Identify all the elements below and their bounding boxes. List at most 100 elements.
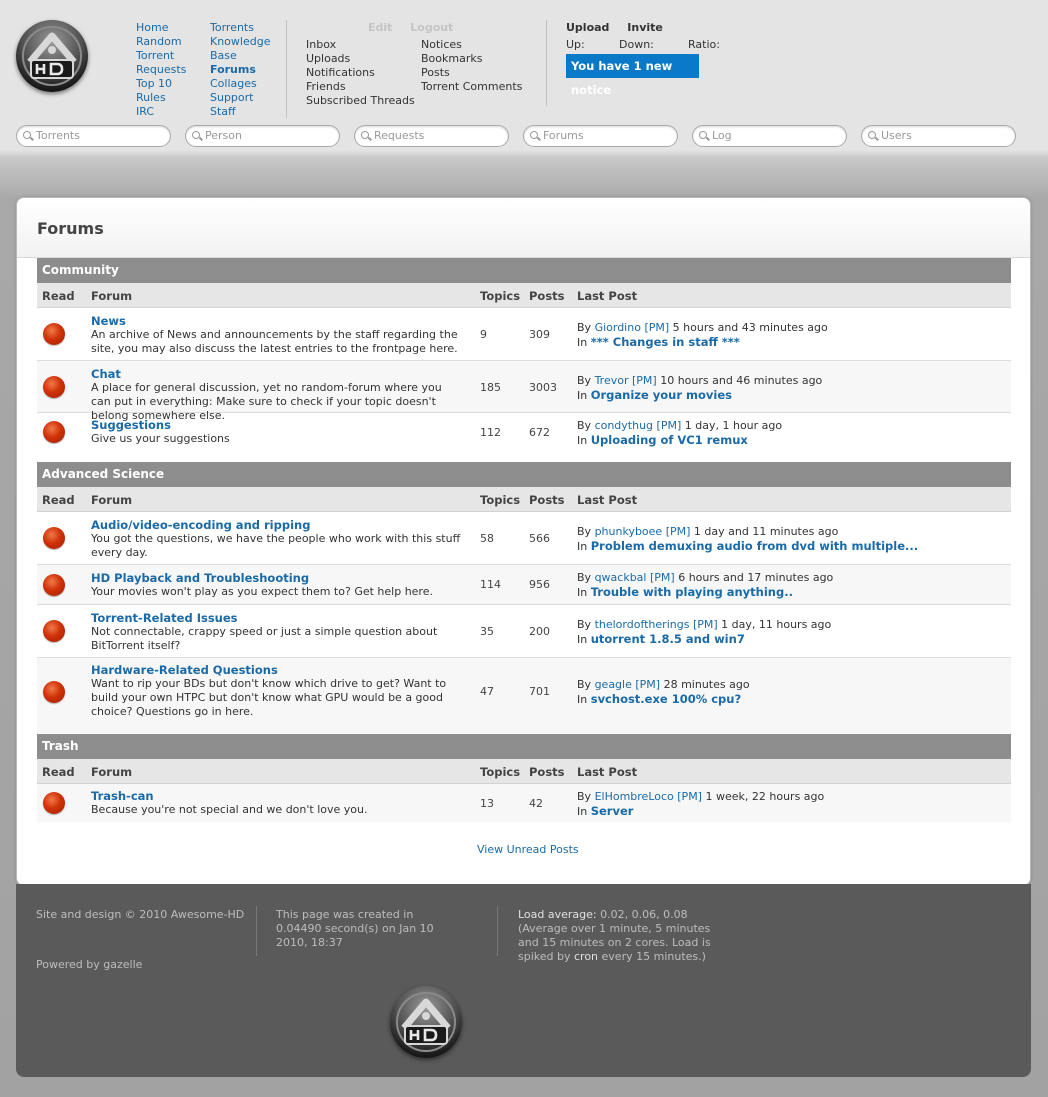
topic-count: 58: [480, 532, 494, 545]
user-link[interactable]: ElHombreLoco: [595, 790, 674, 803]
search-forums-input[interactable]: Forums: [523, 125, 678, 147]
post-count: 200: [529, 625, 550, 638]
user-link[interactable]: Trevor: [595, 374, 629, 387]
inbox-link[interactable]: Inbox: [306, 38, 415, 52]
in-label: In: [577, 389, 588, 402]
nav-top10[interactable]: Top 10: [136, 77, 186, 91]
user-link[interactable]: Giordino: [595, 321, 641, 334]
invite-link[interactable]: Invite: [627, 21, 663, 34]
forum-link[interactable]: Suggestions: [91, 418, 171, 432]
forum-link[interactable]: News: [91, 314, 126, 328]
forum-link[interactable]: Torrent-Related Issues: [91, 611, 238, 625]
topic-count: 35: [480, 625, 494, 638]
hd-logo-icon[interactable]: [16, 20, 88, 92]
nav-collages[interactable]: Collages: [210, 77, 272, 91]
page-title: Forums: [37, 219, 104, 238]
forum-description: Your movies won't play as you expect the…: [91, 585, 433, 598]
thread-link[interactable]: *** Changes in staff ***: [591, 335, 740, 349]
site-footer: Site and design © 2010 Awesome-HD Powere…: [16, 884, 1031, 1077]
bookmarks-link[interactable]: Bookmarks: [421, 52, 522, 66]
post-time: 5 hours and 43 minutes ago: [672, 321, 828, 334]
forum-link[interactable]: HD Playback and Troubleshooting: [91, 571, 309, 585]
pm-link[interactable]: [PM]: [693, 618, 718, 631]
nav-home[interactable]: Home: [136, 21, 186, 35]
thread-link[interactable]: utorrent 1.8.5 and win7: [591, 632, 745, 646]
footer-divider: [256, 906, 257, 956]
column-header: Read Forum Topics Posts Last Post: [37, 487, 1011, 512]
user-link[interactable]: thelordoftherings: [595, 618, 690, 631]
friends-link[interactable]: Friends: [306, 80, 415, 94]
search-log-input[interactable]: Log: [692, 125, 847, 147]
forum-link[interactable]: Chat: [91, 367, 121, 381]
upload-link[interactable]: Upload: [566, 21, 609, 34]
forum-link[interactable]: Trash-can: [91, 789, 154, 803]
nav-torrents[interactable]: Torrents: [210, 21, 272, 35]
cron-text: cron: [574, 950, 599, 963]
stat-ratio: Ratio:: [688, 38, 720, 51]
search-torrents-input[interactable]: Torrents: [16, 125, 171, 147]
forum-row: News An archive of News and announcement…: [37, 308, 1011, 361]
notices-link[interactable]: Notices: [421, 38, 522, 52]
post-count: 42: [529, 797, 543, 810]
nav-forums[interactable]: Forums: [210, 63, 272, 77]
logout-link[interactable]: Logout: [410, 21, 453, 34]
pm-link[interactable]: [PM]: [635, 678, 660, 691]
pm-link[interactable]: [PM]: [657, 419, 682, 432]
uploads-link[interactable]: Uploads: [306, 52, 415, 66]
search-requests-input[interactable]: Requests: [354, 125, 509, 147]
search-users-input[interactable]: Users: [861, 125, 1016, 147]
last-post-author: By thelordoftherings [PM] 1 day, 11 hour…: [577, 618, 831, 631]
posts-link[interactable]: Posts: [421, 66, 522, 80]
user-link[interactable]: qwackbal: [595, 571, 647, 584]
thread-link[interactable]: Trouble with playing anything..: [591, 585, 793, 599]
new-notice-alert[interactable]: You have 1 new notice: [566, 54, 699, 97]
nav-rules[interactable]: Rules: [136, 91, 186, 105]
forum-link[interactable]: Hardware-Related Questions: [91, 663, 278, 677]
search-placeholder: Log: [712, 129, 732, 142]
user-link[interactable]: condythug: [595, 419, 653, 432]
read-status-icon: [43, 681, 65, 703]
in-label: In: [577, 693, 588, 706]
pm-link[interactable]: [PM]: [677, 790, 702, 803]
view-unread-posts-link[interactable]: View Unread Posts: [477, 843, 579, 856]
search-icon: [699, 131, 707, 139]
search-icon: [192, 131, 200, 139]
thread-link[interactable]: Problem demuxing audio from dvd with mul…: [591, 539, 918, 553]
notifications-link[interactable]: Notifications: [306, 66, 415, 80]
col-read: Read: [42, 765, 75, 779]
divider: [286, 20, 287, 118]
nav-irc[interactable]: IRC: [136, 105, 186, 119]
thread-link[interactable]: svchost.exe 100% cpu?: [591, 692, 741, 706]
nav-knowledge-base[interactable]: Knowledge Base: [210, 35, 272, 63]
category-title: Trash: [37, 734, 1011, 759]
site-header: Home Random Torrent Requests Top 10 Rule…: [0, 0, 1048, 156]
post-count: 672: [529, 426, 550, 439]
category-advanced-science: Advanced Science Read Forum Topics Posts…: [37, 462, 1011, 733]
thread-link[interactable]: Server: [591, 804, 634, 818]
thread-link[interactable]: Organize your movies: [591, 388, 732, 402]
last-post-author: By ElHombreLoco [PM] 1 week, 22 hours ag…: [577, 790, 824, 803]
nav-support[interactable]: Support: [210, 91, 272, 105]
category-title: Community: [37, 258, 1011, 283]
edit-link[interactable]: Edit: [368, 21, 392, 34]
thread-link[interactable]: Uploading of VC1 remux: [591, 433, 748, 447]
topic-count: 47: [480, 685, 494, 698]
pm-link[interactable]: [PM]: [644, 321, 669, 334]
pm-link[interactable]: [PM]: [632, 374, 657, 387]
pm-link[interactable]: [PM]: [666, 525, 691, 538]
nav-staff[interactable]: Staff: [210, 105, 272, 119]
subscribed-threads-link[interactable]: Subscribed Threads: [306, 94, 415, 108]
torrent-comments-link[interactable]: Torrent Comments: [421, 80, 522, 94]
forum-link[interactable]: Audio/video-encoding and ripping: [91, 518, 310, 532]
forum-description: An archive of News and announcements by …: [91, 328, 458, 355]
nav-random-torrent[interactable]: Random Torrent: [136, 35, 182, 63]
nav-requests[interactable]: Requests: [136, 63, 186, 77]
search-person-input[interactable]: Person: [185, 125, 340, 147]
user-link[interactable]: geagle: [595, 678, 632, 691]
forum-row: Chat A place for general discussion, yet…: [37, 361, 1011, 422]
pm-link[interactable]: [PM]: [650, 571, 675, 584]
forums-panel: Forums Community Read Forum Topics Posts…: [16, 197, 1031, 886]
by-label: By: [577, 525, 592, 538]
user-link[interactable]: phunkyboee: [595, 525, 663, 538]
forum-row: HD Playback and Troubleshooting Your mov…: [37, 565, 1011, 605]
